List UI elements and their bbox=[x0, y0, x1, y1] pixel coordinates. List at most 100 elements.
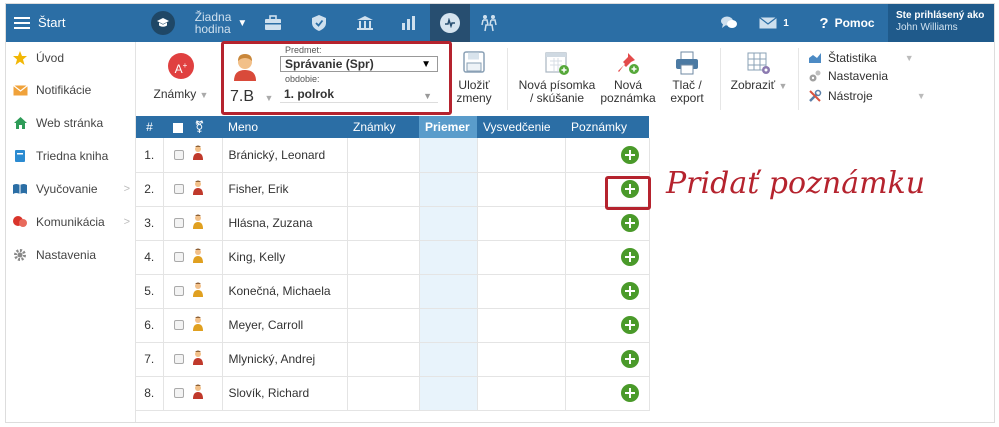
report-cell[interactable] bbox=[477, 274, 566, 309]
new-note-button[interactable]: Nová poznámka bbox=[598, 42, 658, 116]
view-button[interactable]: Zobraziť ▼ bbox=[728, 42, 790, 116]
new-note-label-line2: poznámka bbox=[600, 91, 656, 105]
add-note-icon[interactable] bbox=[620, 384, 639, 402]
sidebar-item-notifikacie[interactable]: Notifikácie bbox=[6, 80, 136, 100]
add-note-icon[interactable] bbox=[620, 350, 639, 368]
row-num: 6. bbox=[136, 308, 164, 343]
sidebar-item-nastavenia[interactable]: Nastavenia bbox=[6, 245, 136, 265]
row-select-cell bbox=[163, 206, 223, 241]
row-checkbox[interactable] bbox=[173, 354, 184, 364]
col-notes-header[interactable]: Poznámky bbox=[565, 116, 650, 138]
briefcase-icon[interactable] bbox=[256, 4, 290, 42]
settings-link[interactable]: Nastavenia bbox=[808, 68, 888, 84]
envelope-icon bbox=[759, 17, 778, 29]
user-name: John Williams bbox=[896, 22, 958, 33]
grades-cell[interactable] bbox=[347, 308, 420, 343]
chat-bubbles-icon[interactable] bbox=[714, 4, 744, 42]
col-report-header[interactable]: Vysvedčenie bbox=[477, 116, 565, 138]
add-note-icon[interactable] bbox=[620, 248, 639, 266]
report-cell[interactable] bbox=[477, 206, 566, 241]
row-checkbox[interactable] bbox=[173, 320, 184, 330]
grades-cell[interactable] bbox=[347, 342, 420, 377]
report-cell[interactable] bbox=[477, 376, 566, 411]
bar-chart-icon[interactable] bbox=[392, 4, 426, 42]
student-avatar-icon bbox=[192, 180, 204, 199]
class-selector[interactable]: 7.B ▼ bbox=[230, 88, 273, 106]
row-num: 5. bbox=[136, 274, 164, 309]
activity-icon bbox=[440, 13, 460, 33]
student-name[interactable]: Meyer, Carroll bbox=[222, 308, 348, 343]
row-checkbox[interactable] bbox=[173, 286, 184, 296]
new-test-button[interactable]: Nová písomka / skúšanie bbox=[516, 42, 598, 116]
grid-settings-icon bbox=[746, 50, 772, 76]
student-name[interactable]: King, Kelly bbox=[222, 240, 348, 275]
row-checkbox[interactable] bbox=[173, 252, 184, 262]
student-name[interactable]: Fisher, Erik bbox=[222, 172, 348, 207]
shield-icon[interactable] bbox=[302, 4, 336, 42]
people-icon[interactable] bbox=[474, 4, 504, 42]
average-cell bbox=[419, 274, 478, 309]
col-avg-header[interactable]: Priemer bbox=[419, 116, 477, 138]
start-menu-button[interactable]: Štart bbox=[6, 4, 136, 42]
dashboard-icon-button[interactable] bbox=[430, 4, 470, 42]
average-cell bbox=[419, 240, 478, 275]
znamky-button[interactable]: A+ Známky ▼ bbox=[150, 42, 212, 116]
sidebar-item-triedna-kniha[interactable]: Triedna kniha bbox=[6, 146, 136, 166]
row-checkbox[interactable] bbox=[173, 184, 184, 194]
institution-icon[interactable] bbox=[348, 4, 382, 42]
messages-count: 1 bbox=[783, 17, 789, 29]
grades-cell[interactable] bbox=[347, 240, 420, 275]
report-cell[interactable] bbox=[477, 308, 566, 343]
student-name[interactable]: Mlynický, Andrej bbox=[222, 342, 348, 377]
grades-cell[interactable] bbox=[347, 172, 420, 207]
sidebar-item-uvod[interactable]: Úvod bbox=[6, 48, 136, 68]
grades-icon: A+ bbox=[168, 53, 194, 79]
save-button[interactable]: Uložiť zmeny bbox=[452, 42, 496, 116]
stats-link[interactable]: Štatistika ▼ bbox=[808, 50, 914, 66]
grades-cell[interactable] bbox=[347, 138, 420, 173]
lesson-label: Žiadna hodina bbox=[195, 11, 232, 35]
add-note-icon[interactable] bbox=[620, 145, 639, 164]
sidebar-item-web-stranka[interactable]: Web stránka bbox=[6, 113, 136, 133]
user-info[interactable]: Ste prihlásený ako John Williams bbox=[888, 4, 994, 42]
report-cell[interactable] bbox=[477, 342, 566, 377]
col-grades-header[interactable]: Známky bbox=[347, 116, 419, 138]
student-name[interactable]: Konečná, Michaela bbox=[222, 274, 348, 309]
average-cell bbox=[419, 376, 478, 411]
predmet-select[interactable]: Správanie (Spr) ▼ bbox=[280, 56, 438, 72]
printer-icon bbox=[674, 50, 700, 76]
grades-cell[interactable] bbox=[347, 376, 420, 411]
report-cell[interactable] bbox=[477, 138, 566, 173]
school-icon-button[interactable] bbox=[146, 4, 180, 42]
messages-button[interactable]: 1 bbox=[754, 4, 794, 42]
add-note-icon[interactable] bbox=[620, 316, 639, 334]
obdobie-select[interactable]: 1. polrok ▼ bbox=[280, 87, 438, 103]
top-bar: Štart Žiadna hodina ▼ 1 ? Pomoc Ste prih… bbox=[6, 4, 994, 42]
row-checkbox[interactable] bbox=[173, 149, 184, 160]
notes-cell bbox=[565, 138, 650, 173]
row-num: 7. bbox=[136, 342, 164, 377]
select-all-checkbox[interactable] bbox=[173, 122, 183, 133]
lesson-selector[interactable]: Žiadna hodina ▼ bbox=[186, 4, 256, 42]
add-note-icon[interactable] bbox=[620, 214, 639, 232]
grades-cell[interactable] bbox=[347, 206, 420, 241]
grades-cell[interactable] bbox=[347, 274, 420, 309]
row-checkbox[interactable] bbox=[173, 218, 184, 228]
report-cell[interactable] bbox=[477, 240, 566, 275]
student-name[interactable]: Hlásna, Zuzana bbox=[222, 206, 348, 241]
star-icon bbox=[12, 51, 28, 65]
add-note-icon[interactable] bbox=[620, 282, 639, 300]
student-name[interactable]: Bránický, Leonard bbox=[222, 138, 348, 173]
question-icon: ? bbox=[819, 14, 829, 32]
tools-link[interactable]: Nástroje ▼ bbox=[808, 88, 926, 104]
student-name[interactable]: Slovík, Richard bbox=[222, 376, 348, 411]
sidebar-item-vyucovanie[interactable]: Vyučovanie > bbox=[6, 179, 136, 199]
row-select-cell bbox=[163, 376, 223, 411]
help-button[interactable]: ? Pomoc bbox=[812, 4, 882, 42]
report-cell[interactable] bbox=[477, 172, 566, 207]
col-name-header[interactable]: Meno bbox=[222, 116, 347, 138]
print-export-button[interactable]: Tlač / export bbox=[662, 42, 712, 116]
sidebar-item-komunikacia[interactable]: Komunikácia > bbox=[6, 212, 136, 232]
area-chart-icon bbox=[809, 53, 821, 63]
row-checkbox[interactable] bbox=[173, 388, 184, 398]
